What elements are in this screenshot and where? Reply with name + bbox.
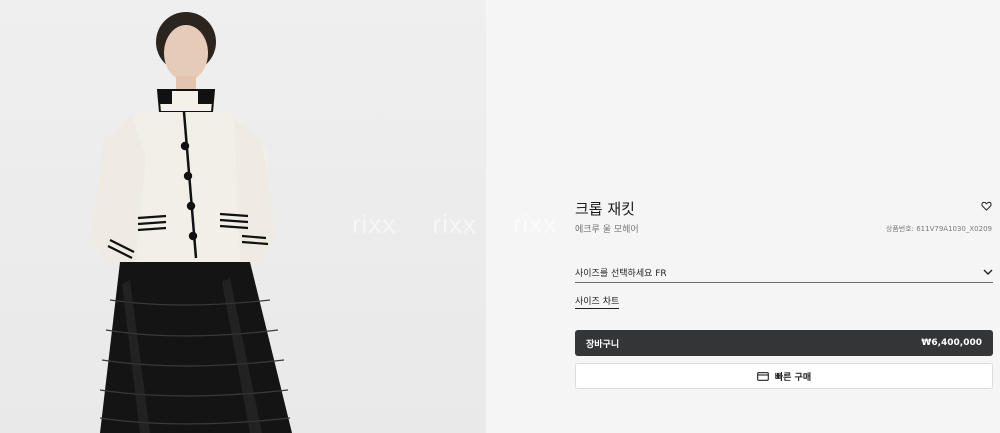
- size-chart-link[interactable]: 사이즈 차트: [575, 294, 620, 309]
- cart-button-price: ₩6,400,000: [921, 338, 982, 348]
- heart-outline-icon: [980, 201, 992, 211]
- model-illustration: [90, 12, 292, 433]
- product-material: 에크루 울 모헤어: [575, 225, 639, 235]
- quick-buy-button[interactable]: 빠른 구매: [575, 363, 993, 389]
- cart-button-label: 장바구니: [586, 339, 620, 350]
- product-sku: 상품번호: 611V79A1030_X0209: [885, 225, 992, 233]
- product-title: 크롭 재킷: [575, 200, 635, 218]
- wishlist-button[interactable]: [979, 199, 993, 213]
- add-to-cart-button[interactable]: 장바구니 ₩6,400,000: [575, 330, 993, 356]
- size-select-label: 사이즈를 선택하세요 FR: [575, 268, 667, 279]
- size-select-dropdown[interactable]: 사이즈를 선택하세요 FR: [575, 262, 993, 283]
- chevron-down-icon: [983, 269, 993, 275]
- product-photo[interactable]: [0, 0, 486, 433]
- quick-buy-label: 빠른 구매: [774, 372, 812, 383]
- card-icon: [757, 371, 769, 381]
